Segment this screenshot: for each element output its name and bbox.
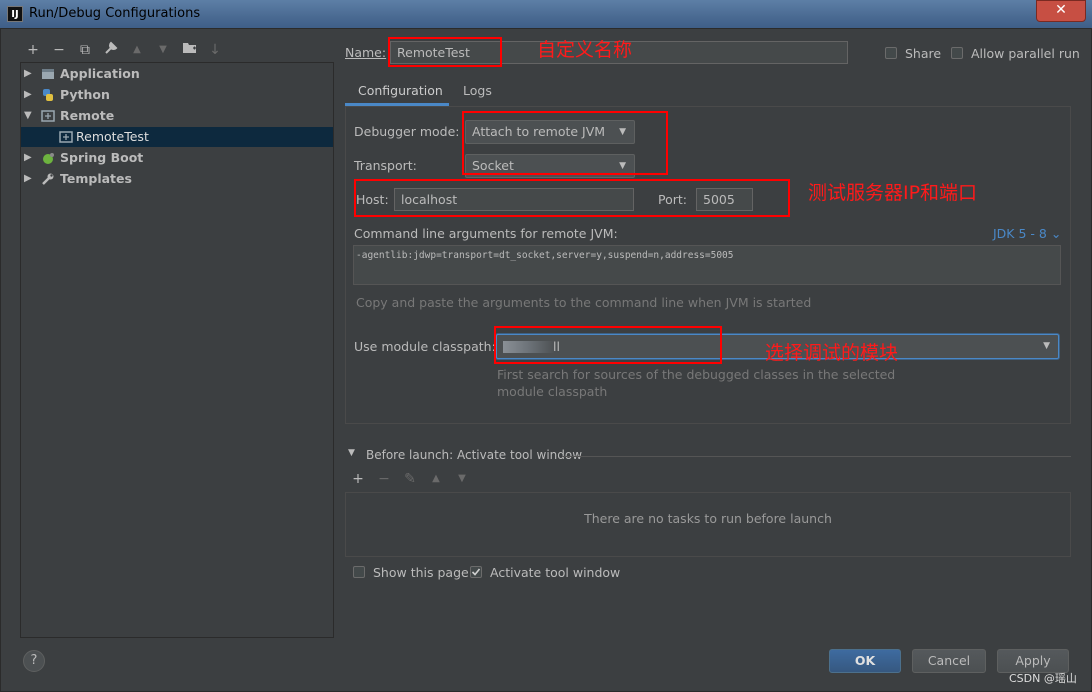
show-page-checkbox[interactable] <box>353 566 365 578</box>
show-page-label: Show this page <box>373 565 469 580</box>
checkmark-icon <box>471 568 481 576</box>
divider <box>562 456 1071 457</box>
expand-arrow-icon[interactable]: ▶ <box>24 64 32 84</box>
empty-tasks-text: There are no tasks to run before launch <box>584 511 832 526</box>
cmd-args-hint: Copy and paste the arguments to the comm… <box>356 295 812 310</box>
host-annotation: 测试服务器IP和端口 <box>808 182 978 204</box>
debugger-mode-label: Debugger mode: <box>354 124 460 139</box>
move-task-up-icon[interactable]: ▲ <box>427 470 445 488</box>
module-highlight-box <box>494 326 722 364</box>
allow-parallel-checkbox[interactable] <box>951 47 963 59</box>
move-task-down-icon[interactable]: ▼ <box>453 470 471 488</box>
tree-item-label: Python <box>60 87 110 102</box>
window-title: Run/Debug Configurations <box>29 6 201 21</box>
tab-logs[interactable]: Logs <box>463 83 492 98</box>
folder-icon[interactable] <box>180 41 198 59</box>
expand-arrow-icon[interactable]: ▶ <box>24 169 32 189</box>
move-up-icon[interactable]: ▲ <box>128 41 146 59</box>
module-hint-2: module classpath <box>497 384 608 399</box>
tab-configuration[interactable]: Configuration <box>358 83 443 98</box>
collapse-arrow-icon[interactable]: ▼ <box>24 106 32 126</box>
watermark: CSDN @瑶山 <box>1009 672 1077 685</box>
application-icon <box>42 69 54 79</box>
spring-boot-icon <box>43 153 54 164</box>
wrench-icon <box>42 173 54 185</box>
tree-item-templates[interactable]: ▶ Templates <box>21 169 333 189</box>
tree-item-label: Application <box>60 66 140 81</box>
tree-item-application[interactable]: ▶ Application <box>21 64 333 84</box>
app-icon: IJ <box>7 6 23 22</box>
tree-item-remote[interactable]: ▼ Remote <box>21 106 333 126</box>
expand-arrow-icon[interactable]: ▶ <box>24 85 32 105</box>
edit-defaults-icon[interactable] <box>102 41 120 59</box>
activate-tool-label: Activate tool window <box>490 565 621 580</box>
tree-item-label: Spring Boot <box>60 150 144 165</box>
host-port-highlight-box <box>354 179 790 217</box>
cancel-button[interactable]: Cancel <box>912 649 986 673</box>
move-down-icon[interactable]: ▼ <box>154 41 172 59</box>
remote-icon <box>41 110 55 122</box>
remove-config-button[interactable]: − <box>50 41 68 59</box>
transport-label: Transport: <box>354 158 417 173</box>
before-launch-task-list[interactable]: There are no tasks to run before launch <box>345 492 1071 557</box>
expand-arrow-icon[interactable]: ▶ <box>24 148 32 168</box>
name-label: Name: <box>345 45 386 60</box>
module-annotation: 选择调试的模块 <box>765 342 899 364</box>
tree-item-remotetest[interactable]: RemoteTest <box>21 127 333 147</box>
chevron-down-icon: ▼ <box>1043 341 1050 351</box>
tree-item-label: RemoteTest <box>76 129 149 144</box>
ok-button[interactable]: OK <box>829 649 901 673</box>
remove-task-button[interactable]: − <box>375 470 393 488</box>
name-label-text: Name: <box>345 45 387 60</box>
jdk-version-select[interactable]: JDK 5 - 8 ⌄ <box>993 226 1061 241</box>
before-launch-title: Before launch: Activate tool window <box>366 448 583 462</box>
add-config-button[interactable]: + <box>24 41 42 59</box>
share-checkbox[interactable] <box>885 47 897 59</box>
cmd-args-label: Command line arguments for remote JVM: <box>354 226 618 241</box>
tree-item-label: Templates <box>60 171 132 186</box>
module-classpath-label: Use module classpath: <box>354 339 496 354</box>
mode-transport-highlight-box <box>462 111 668 175</box>
tree-item-python[interactable]: ▶ Python <box>21 85 333 105</box>
window-titlebar: IJ Run/Debug Configurations ✕ <box>0 0 1092 29</box>
python-icon <box>43 89 53 101</box>
allow-parallel-label: Allow parallel run <box>971 46 1080 61</box>
share-label: Share <box>905 46 942 61</box>
module-hint-1: First search for sources of the debugged… <box>497 367 896 382</box>
remote-config-icon <box>59 131 73 143</box>
close-button[interactable]: ✕ <box>1036 0 1086 22</box>
name-highlight-box <box>388 37 502 67</box>
tree-item-spring-boot[interactable]: ▶ Spring Boot <box>21 148 333 168</box>
edit-task-icon[interactable]: ✎ <box>401 470 419 488</box>
collapse-arrow-icon[interactable]: ▼ <box>348 448 355 458</box>
tree-item-label: Remote <box>60 108 115 123</box>
add-task-button[interactable]: + <box>349 470 367 488</box>
help-button[interactable]: ? <box>23 650 45 672</box>
copy-config-icon[interactable]: ⧉ <box>76 41 94 59</box>
cmd-args-textarea[interactable]: -agentlib:jdwp=transport=dt_socket,serve… <box>353 245 1061 285</box>
name-annotation: 自定义名称 <box>537 39 633 61</box>
sort-icon[interactable]: ↓ <box>206 41 224 59</box>
activate-tool-checkbox[interactable] <box>470 566 482 578</box>
config-tree[interactable]: ▶ Application ▶ Python ▼ Remote RemoteTe… <box>20 62 334 638</box>
